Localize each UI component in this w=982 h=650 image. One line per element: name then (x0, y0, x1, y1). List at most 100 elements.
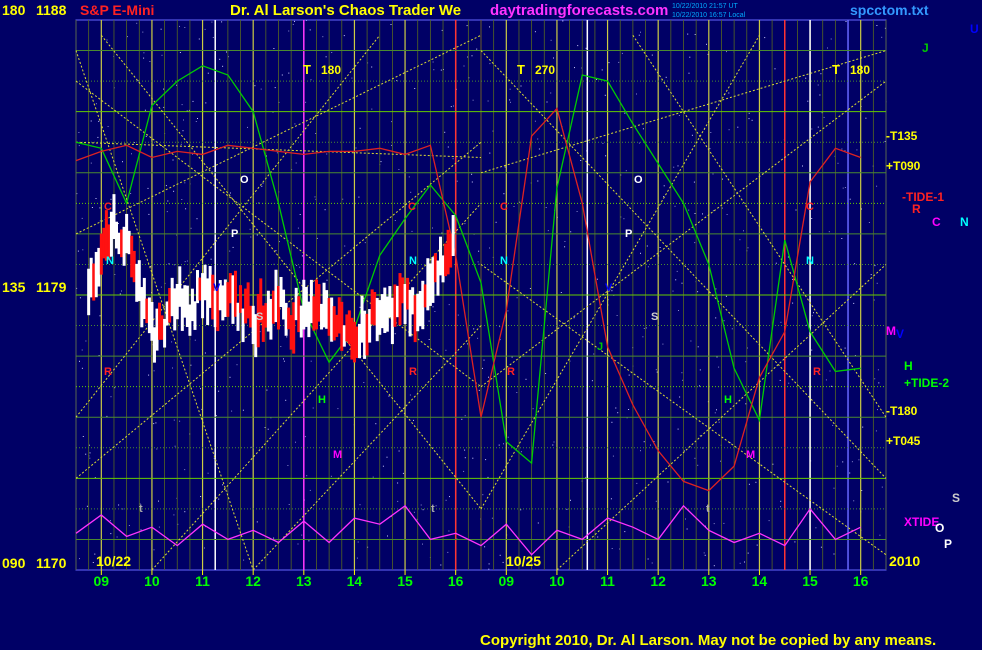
star (545, 373, 547, 374)
star (659, 247, 661, 248)
star (183, 119, 184, 121)
star (343, 35, 345, 37)
star (149, 61, 151, 62)
star (371, 66, 373, 68)
star (287, 465, 289, 466)
star (825, 379, 827, 381)
star (95, 198, 97, 199)
star (833, 553, 835, 555)
star (876, 185, 878, 187)
star (774, 68, 776, 70)
planet-marker: J (597, 341, 603, 353)
star (91, 207, 93, 208)
right-label: -T180 (886, 404, 918, 418)
star (849, 198, 851, 200)
star (397, 482, 399, 484)
star (694, 34, 696, 35)
star (147, 187, 149, 189)
right-label: M (886, 324, 896, 338)
star (357, 541, 359, 543)
star (456, 180, 458, 182)
star (186, 260, 188, 262)
star (747, 552, 749, 554)
star (881, 486, 883, 488)
star (643, 441, 645, 443)
star (876, 25, 878, 26)
star (739, 239, 741, 241)
x-tick-label: 12 (650, 573, 666, 589)
star (833, 487, 835, 489)
star (488, 376, 489, 378)
star (279, 241, 280, 243)
star (81, 367, 83, 369)
star (110, 198, 112, 200)
star (463, 470, 465, 472)
right-label: R (912, 202, 921, 216)
star (621, 52, 623, 54)
star (545, 207, 547, 208)
star (699, 385, 700, 387)
star (109, 520, 111, 522)
star (605, 155, 607, 157)
star (116, 536, 118, 538)
star (618, 61, 620, 63)
x-tick-label: 10 (144, 573, 160, 589)
star (447, 146, 449, 148)
star (570, 499, 571, 501)
star (408, 176, 410, 178)
star (185, 208, 187, 210)
star (489, 152, 491, 154)
session-date-2: 10/25 (506, 553, 541, 569)
star (119, 293, 121, 295)
star (301, 255, 303, 257)
star (525, 378, 527, 380)
star (375, 423, 377, 425)
star (422, 509, 424, 511)
star (842, 187, 844, 189)
star (830, 38, 832, 40)
star (121, 290, 122, 292)
star (651, 562, 653, 564)
copyright: Copyright 2010, Dr. Al Larson. May not b… (480, 632, 936, 649)
right-label: H (904, 359, 913, 373)
star (574, 67, 575, 69)
star (295, 441, 296, 443)
star (520, 509, 522, 511)
star (312, 407, 314, 409)
star (820, 73, 822, 75)
star (95, 103, 97, 105)
star (820, 546, 822, 548)
star (359, 504, 361, 506)
right-label: S (952, 491, 960, 505)
star (509, 99, 511, 101)
star (723, 320, 725, 322)
x-tick-label: 15 (397, 573, 413, 589)
star (144, 109, 146, 111)
star (158, 526, 160, 528)
star (593, 353, 595, 355)
star (466, 25, 468, 27)
star (267, 428, 269, 430)
star (516, 297, 518, 299)
star (547, 230, 549, 232)
star (718, 421, 720, 423)
x-tick-label: 16 (853, 573, 869, 589)
star (181, 104, 183, 106)
star (650, 444, 651, 446)
star (811, 349, 813, 351)
star (693, 181, 695, 183)
star (386, 456, 388, 458)
star (299, 266, 301, 268)
star (516, 392, 518, 393)
star (686, 528, 688, 530)
star (853, 500, 855, 502)
right-label: J (922, 41, 929, 55)
star (204, 28, 206, 30)
star (703, 552, 705, 554)
star (624, 531, 626, 533)
star (232, 246, 234, 248)
star (81, 349, 83, 351)
star (471, 55, 473, 57)
star (775, 262, 777, 264)
star (485, 459, 487, 461)
